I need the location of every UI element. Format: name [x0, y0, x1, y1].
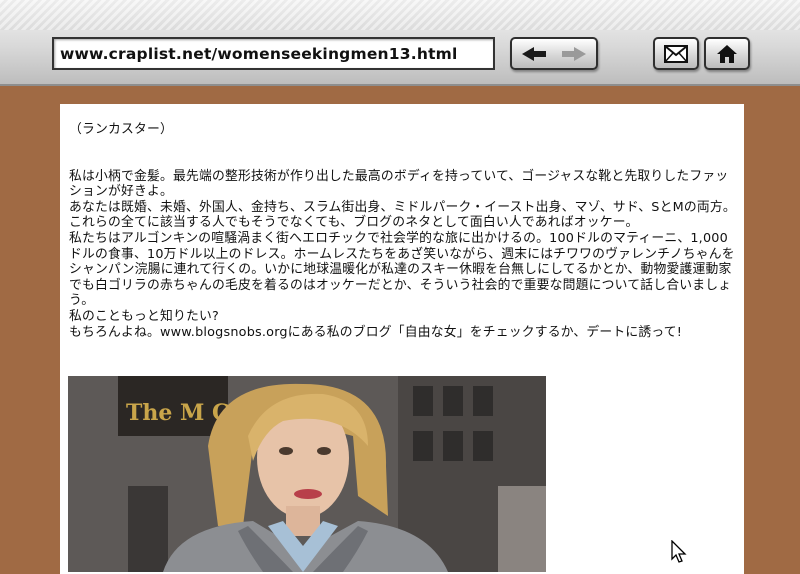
post-paragraph-3: 私たちはアルゴンキンの喧騒渦まく街へエロチックで社会学的な旅に出かけるの。100…	[69, 230, 735, 309]
envelope-icon	[664, 44, 688, 63]
post-paragraph-1: 私は小柄で金髪。最先端の整形技術が作り出した最高のボディを持っていて、ゴージャス…	[69, 168, 729, 200]
home-icon	[717, 44, 737, 63]
post-paragraph-5: もちろんよね。www.blogsnobs.orgにある私のブログ「自由な女」をチ…	[69, 324, 683, 340]
post-location: （ランカスター）	[69, 122, 173, 137]
post-body: （ランカスター） 私は小柄で金髪。最先端の整形技術が作り出した最高のボディを持っ…	[69, 122, 737, 340]
post-content: （ランカスター） 私は小柄で金髪。最先端の整形技術が作り出した最高のボディを持っ…	[60, 104, 744, 574]
mail-button[interactable]	[653, 37, 699, 70]
browser-toolbar: www.craplist.net/womenseekingmen13.html	[0, 0, 800, 86]
forward-button[interactable]	[554, 39, 594, 68]
profile-photo: The M CUR	[68, 376, 546, 572]
post-paragraph-2: あなたは既婚、未婚、外国人、金持ち、スラム街出身、ミドルパーク・イースト出身、マ…	[69, 199, 736, 231]
address-bar[interactable]: www.craplist.net/womenseekingmen13.html	[52, 37, 495, 70]
back-arrow-icon	[522, 46, 546, 61]
home-button[interactable]	[704, 37, 750, 70]
back-forward-button[interactable]	[510, 37, 598, 70]
forward-arrow-icon	[562, 46, 586, 61]
back-button[interactable]	[514, 39, 554, 68]
post-paragraph-4: 私のこともっと知りたい?	[69, 308, 219, 324]
address-text: www.craplist.net/womenseekingmen13.html	[60, 44, 458, 63]
mouse-cursor-icon	[671, 540, 687, 563]
